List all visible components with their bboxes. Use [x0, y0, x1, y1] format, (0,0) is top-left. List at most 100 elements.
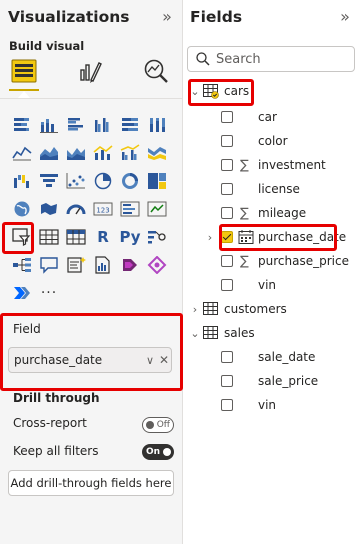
sigma-icon: ∑: [240, 205, 249, 221]
field-row-purchase-date[interactable]: › purchase_date: [184, 226, 362, 248]
search-icon: [196, 52, 210, 66]
field-name: investment: [258, 158, 326, 172]
ribbon-chart-icon[interactable]: [145, 142, 169, 164]
field-row-purchase-price[interactable]: ∑ purchase_price: [184, 250, 362, 272]
field-section-label: Field: [13, 322, 41, 336]
table-row-cars[interactable]: ⌄ cars: [184, 80, 362, 102]
format-visual-button[interactable]: [75, 56, 105, 86]
funnel-chart-icon[interactable]: [37, 170, 61, 192]
kpi-icon[interactable]: [145, 198, 169, 220]
smart-narrative-icon[interactable]: [64, 254, 88, 276]
line-and-stacked-column-chart-icon[interactable]: [91, 142, 115, 164]
qa-visual-icon[interactable]: [37, 254, 61, 276]
matrix-icon[interactable]: [64, 226, 88, 248]
area-chart-icon[interactable]: [37, 142, 61, 164]
analytics-button[interactable]: [141, 56, 171, 86]
map-icon[interactable]: [10, 198, 34, 220]
more-visuals-icon[interactable]: ···: [37, 282, 61, 304]
field-well-purchase-date[interactable]: purchase_date ∨ ✕: [8, 347, 172, 373]
stacked-bar-chart-icon[interactable]: [10, 114, 34, 136]
scatter-chart-icon[interactable]: [64, 170, 88, 192]
power-automate-flow-icon[interactable]: [10, 282, 34, 304]
field-checkbox[interactable]: [221, 375, 233, 387]
paginated-report-icon[interactable]: [91, 254, 115, 276]
field-row-sale-price[interactable]: sale_price: [184, 370, 362, 392]
visualizations-pane: Visualizations » Build visual 123 R Py ·…: [0, 0, 183, 544]
decomposition-tree-icon[interactable]: [10, 254, 34, 276]
fields-search-box[interactable]: [187, 46, 355, 72]
table-icon[interactable]: [37, 226, 61, 248]
power-automate-icon[interactable]: [145, 254, 169, 276]
field-checkbox[interactable]: [221, 255, 233, 267]
gauge-icon[interactable]: [64, 198, 88, 220]
chevron-down-icon[interactable]: ⌄: [189, 85, 201, 98]
donut-chart-icon[interactable]: [118, 170, 142, 192]
r-script-visual-icon[interactable]: R: [91, 226, 115, 248]
clustered-bar-chart-icon[interactable]: [64, 114, 88, 136]
field-checkbox[interactable]: [221, 183, 233, 195]
stacked-area-chart-icon[interactable]: [64, 142, 88, 164]
build-visual-icon: [11, 59, 37, 83]
table-name: cars: [224, 84, 250, 98]
line-chart-icon[interactable]: [10, 142, 34, 164]
power-apps-icon[interactable]: [118, 254, 142, 276]
field-row-investment[interactable]: ∑ investment: [184, 154, 362, 176]
svg-text:123: 123: [96, 207, 109, 215]
table-icon: [203, 84, 219, 99]
chevron-right-icon[interactable]: ›: [189, 303, 201, 316]
keep-all-filters-toggle[interactable]: On: [142, 444, 174, 460]
table-name: sales: [224, 326, 255, 340]
clustered-column-chart-icon[interactable]: [91, 114, 115, 136]
python-visual-icon[interactable]: Py: [118, 226, 142, 248]
field-checkbox[interactable]: [221, 351, 233, 363]
field-row-vin[interactable]: vin: [184, 394, 362, 416]
100-stacked-column-chart-icon[interactable]: [145, 114, 169, 136]
table-icon: [203, 302, 218, 315]
key-influencers-icon[interactable]: [145, 226, 169, 248]
multi-row-card-icon[interactable]: [118, 198, 142, 220]
field-name: sale_price: [258, 374, 319, 388]
treemap-icon[interactable]: [145, 170, 169, 192]
field-row-car[interactable]: car: [184, 106, 362, 128]
field-checkbox-checked[interactable]: [221, 231, 233, 243]
build-visual-button[interactable]: [9, 56, 39, 86]
collapse-visualizations-icon[interactable]: »: [158, 6, 176, 28]
field-row-mileage[interactable]: ∑ mileage: [184, 202, 362, 224]
calendar-icon: [238, 230, 254, 244]
slicer-icon[interactable]: [10, 226, 34, 248]
table-row-sales[interactable]: ⌄ sales: [184, 322, 362, 344]
field-checkbox[interactable]: [221, 279, 233, 291]
field-row-sale-date[interactable]: sale_date: [184, 346, 362, 368]
100-stacked-bar-chart-icon[interactable]: [118, 114, 142, 136]
pie-chart-icon[interactable]: [91, 170, 115, 192]
table-icon: [203, 326, 218, 339]
field-name: license: [258, 182, 300, 196]
card-icon[interactable]: 123: [91, 198, 115, 220]
remove-field-icon[interactable]: ✕: [157, 353, 171, 367]
field-checkbox[interactable]: [221, 111, 233, 123]
table-row-customers[interactable]: › customers: [184, 298, 362, 320]
chevron-right-icon[interactable]: ›: [204, 231, 216, 244]
field-name: vin: [258, 278, 277, 292]
waterfall-chart-icon[interactable]: [10, 170, 34, 192]
field-checkbox[interactable]: [221, 135, 233, 147]
visualizations-title: Visualizations: [8, 8, 130, 26]
line-and-clustered-column-chart-icon[interactable]: [118, 142, 142, 164]
stacked-column-chart-icon[interactable]: [37, 114, 61, 136]
cross-report-toggle[interactable]: Off: [142, 417, 174, 433]
field-checkbox[interactable]: [221, 399, 233, 411]
filled-map-icon[interactable]: [37, 198, 61, 220]
field-row-license[interactable]: license: [184, 178, 362, 200]
field-checkbox[interactable]: [221, 207, 233, 219]
drill-through-drop-zone[interactable]: Add drill-through fields here: [8, 470, 174, 496]
chevron-down-icon[interactable]: ⌄: [189, 327, 201, 340]
field-well-value: purchase_date: [14, 353, 103, 367]
collapse-fields-icon[interactable]: »: [336, 6, 354, 28]
field-name: purchase_price: [258, 254, 349, 268]
field-checkbox[interactable]: [221, 159, 233, 171]
field-row-color[interactable]: color: [184, 130, 362, 152]
search-input[interactable]: [216, 51, 346, 67]
build-visual-divider: [0, 98, 183, 99]
field-row-vin[interactable]: vin: [184, 274, 362, 296]
chevron-down-icon[interactable]: ∨: [143, 354, 157, 367]
